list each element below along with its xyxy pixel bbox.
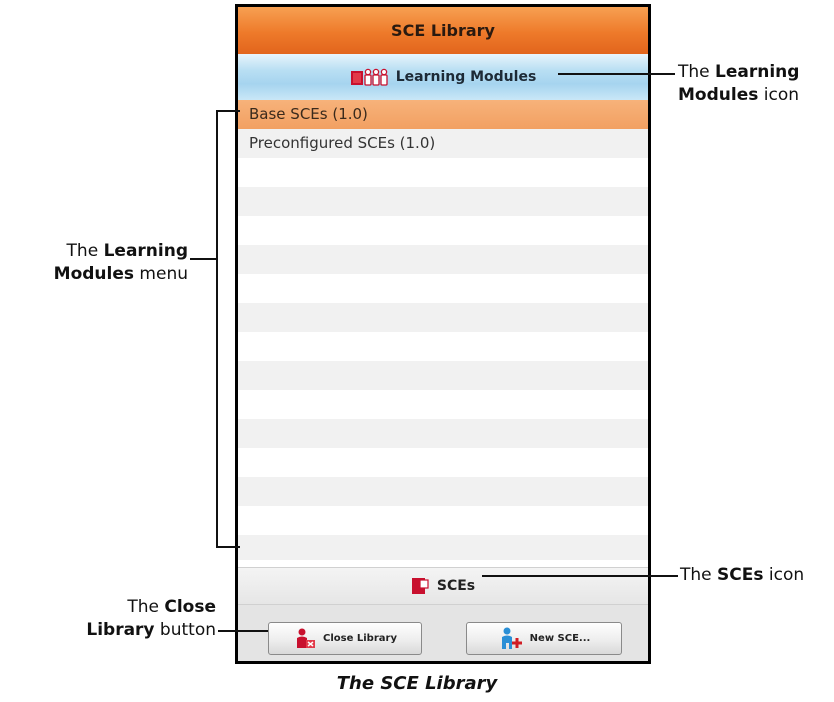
sces-label: SCEs xyxy=(436,578,476,594)
callout-bracket-top xyxy=(216,110,240,112)
new-sce-button[interactable]: New SCE... xyxy=(466,622,622,655)
callout-learning-modules-icon: The Learning Modules icon xyxy=(678,62,800,105)
new-sce-icon xyxy=(498,626,524,652)
library-footer: Close Library New SCE... xyxy=(238,605,648,661)
list-item-base-sces[interactable]: Base SCEs (1.0) xyxy=(238,100,648,129)
learning-modules-label: Learning Modules xyxy=(395,69,537,85)
window-titlebar: SCE Library xyxy=(238,7,648,54)
list-item-preconfigured-sces[interactable]: Preconfigured SCEs (1.0) xyxy=(238,129,648,158)
close-library-label: Close Library xyxy=(323,633,397,644)
close-library-icon xyxy=(293,627,317,651)
sces-header[interactable]: SCEs xyxy=(238,567,648,605)
callout-line-close-library xyxy=(218,630,268,632)
callout-sces-icon: The SCEs icon xyxy=(680,565,805,585)
callout-close-library-button: The Close Library button xyxy=(86,597,216,640)
window-title: SCE Library xyxy=(391,21,495,40)
sces-icon[interactable] xyxy=(411,577,431,595)
callout-line-menu xyxy=(190,258,217,260)
callout-line-sces-icon xyxy=(482,575,678,577)
list-item-label: Base SCEs (1.0) xyxy=(249,105,368,123)
close-library-button[interactable]: Close Library xyxy=(268,622,422,655)
figure-caption: The SCE Library xyxy=(336,673,498,694)
new-sce-label: New SCE... xyxy=(529,633,591,644)
list-item-label: Preconfigured SCEs (1.0) xyxy=(249,134,436,152)
window-body: SCE Library Learning Modules Base SCEs (… xyxy=(238,7,648,661)
callout-bracket-bottom xyxy=(216,546,240,548)
sce-library-window: SCE Library Learning Modules Base SCEs (… xyxy=(235,4,651,664)
callout-learning-modules-menu: The Learning Modules menu xyxy=(53,241,188,284)
callout-line-modules-icon xyxy=(558,73,675,75)
learning-modules-icon[interactable] xyxy=(350,67,390,87)
learning-modules-menu: Base SCEs (1.0) Preconfigured SCEs (1.0) xyxy=(238,100,648,560)
learning-modules-header[interactable]: Learning Modules xyxy=(238,54,648,100)
callout-bracket-vertical xyxy=(216,110,218,548)
